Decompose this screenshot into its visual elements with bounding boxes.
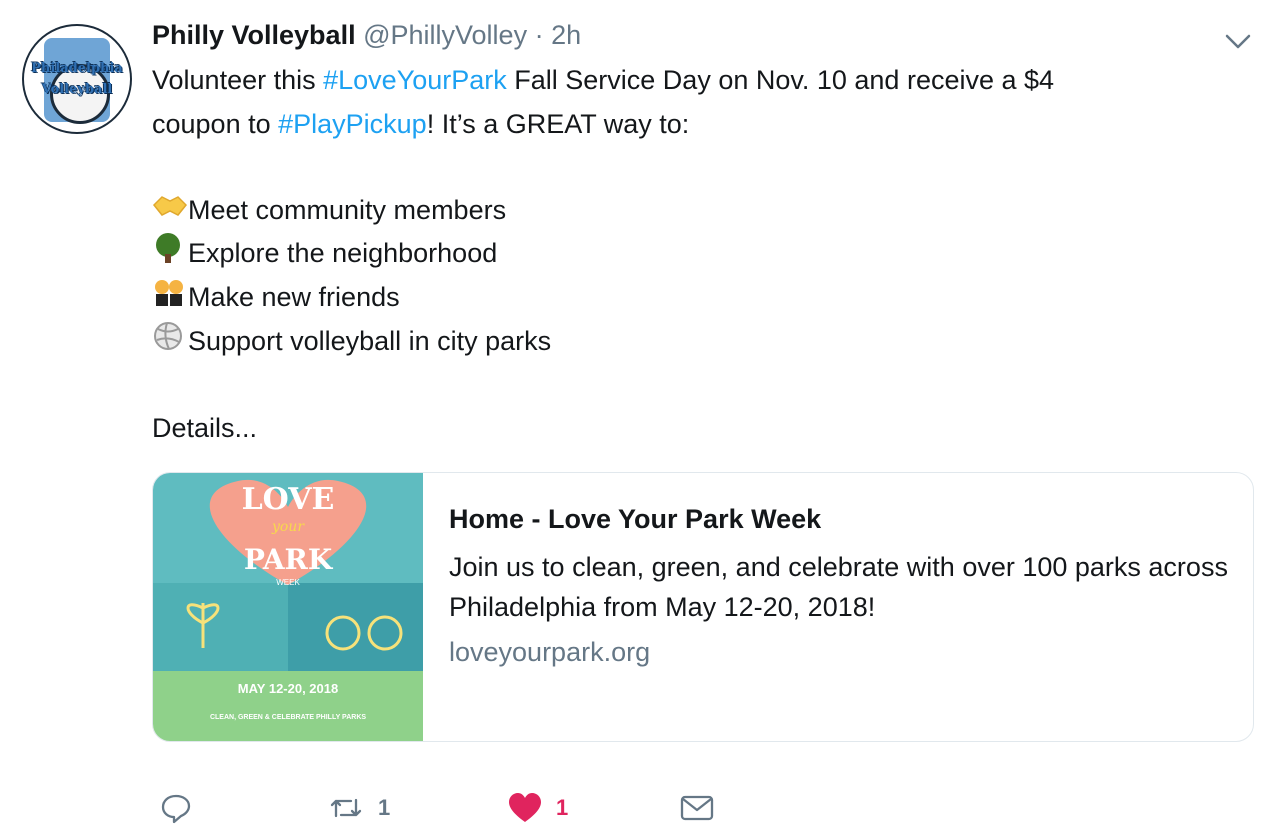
- tweet-time[interactable]: · 2h: [535, 20, 582, 50]
- card-description: Join us to clean, green, and celebrate w…: [449, 552, 1228, 622]
- retweet-count: 1: [378, 795, 391, 820]
- chevron-down-icon[interactable]: [1224, 30, 1252, 52]
- direct-message-button[interactable]: [680, 788, 714, 828]
- tweet-text: Volunteer this: [152, 65, 324, 95]
- bullet-item: Make new friends: [152, 275, 400, 321]
- bullet-text: Explore the neighborhood: [188, 238, 498, 268]
- avatar-text-bottom: Volleyball: [41, 82, 113, 97]
- bullet-item: Support volleyball in city parks: [152, 319, 551, 365]
- card-title[interactable]: Home - Love Your Park Week: [449, 501, 1229, 537]
- thumb-date-text: MAY 12-20, 2018: [238, 681, 338, 696]
- thumb-panel-left: [153, 583, 288, 671]
- bullet-item: Meet community members: [152, 188, 506, 234]
- handshake-icon: [152, 190, 188, 234]
- retweet-icon: [330, 798, 362, 818]
- thumb-panel-right: [288, 583, 423, 671]
- tweet-header: Philly Volleyball @PhillyVolley · 2h: [152, 20, 581, 51]
- card-thumbnail[interactable]: LOVE your PARK WEEK MAY 12-20, 2018 CLEA…: [153, 473, 423, 741]
- heart-icon: [509, 793, 541, 822]
- author-name[interactable]: Philly Volleyball: [152, 20, 356, 50]
- tweet-text: ! It’s a GREAT way to:: [426, 109, 690, 139]
- avatar-text-top: Philadelphia: [31, 61, 123, 76]
- avatar[interactable]: Philadelphia Volleyball: [22, 24, 132, 134]
- link-card[interactable]: LOVE your PARK WEEK MAY 12-20, 2018 CLEA…: [152, 472, 1254, 742]
- retweet-button[interactable]: 1: [328, 788, 390, 828]
- bullet-text: Make new friends: [188, 282, 400, 312]
- details-text: Details...: [152, 413, 258, 443]
- hashtag-loveyourpark[interactable]: #LoveYourPark: [323, 65, 507, 95]
- bullet-text: Support volleyball in city parks: [188, 326, 552, 356]
- action-bar: 1 1: [152, 788, 752, 828]
- thumb-park-text: PARK: [244, 543, 334, 576]
- tree-icon: [152, 232, 188, 277]
- thumb-tagline-text: CLEAN, GREEN & CELEBRATE PHILLY PARKS: [210, 714, 366, 721]
- reply-icon: [161, 794, 191, 824]
- like-count: 1: [556, 795, 569, 820]
- hashtag-playpickup[interactable]: #PlayPickup: [278, 109, 427, 139]
- tweet-text-line-2: coupon to #PlayPickup! It’s a GREAT way …: [152, 102, 689, 146]
- card-domain[interactable]: loveyourpark.org: [449, 637, 1229, 668]
- thumb-your-text: your: [271, 519, 305, 535]
- tweet-text: Fall Service Day on Nov. 10 and receive …: [506, 65, 1055, 95]
- thumb-week-text: WEEK: [276, 578, 300, 587]
- card-body[interactable]: Home - Love Your Park Week Join us to cl…: [449, 501, 1229, 668]
- volleyball-icon: [152, 320, 188, 365]
- author-handle[interactable]: @PhillyVolley: [363, 20, 527, 50]
- envelope-icon: [680, 795, 714, 821]
- reply-button[interactable]: [160, 788, 206, 828]
- tweet-text: coupon to: [152, 109, 279, 139]
- bullet-text: Meet community members: [188, 195, 507, 225]
- thumb-love-text: LOVE: [242, 482, 335, 517]
- like-button[interactable]: 1: [508, 788, 568, 828]
- bullet-item: Explore the neighborhood: [152, 231, 497, 277]
- tweet-text-line-1: Volunteer this #LoveYourPark Fall Servic…: [152, 58, 1054, 102]
- dancers-icon: [152, 277, 188, 321]
